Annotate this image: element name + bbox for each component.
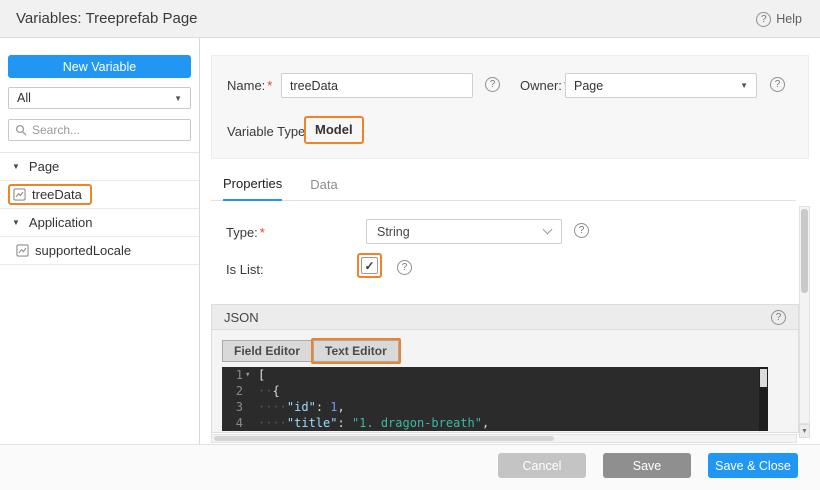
json-help-icon[interactable]: ? <box>771 310 786 325</box>
new-variable-button[interactable]: New Variable <box>8 55 191 78</box>
type-label: Type:* <box>226 225 265 240</box>
type-select[interactable]: String <box>366 219 562 244</box>
cancel-button[interactable]: Cancel <box>498 453 586 478</box>
search-box[interactable] <box>8 119 191 141</box>
save-close-button[interactable]: Save & Close <box>708 453 798 478</box>
help-label: Help <box>776 12 802 26</box>
owner-label: Owner:* <box>520 78 569 93</box>
collapse-arrow-icon: ▼ <box>12 162 20 171</box>
tree-item-content: supportedLocale <box>8 242 139 259</box>
editor-scrollbar-thumb[interactable] <box>760 369 767 387</box>
tree-item-supportedlocale[interactable]: supportedLocale <box>0 237 199 265</box>
json-code-editor[interactable]: 1▾[2··{3····"id": 1,4····"title": "1. dr… <box>222 367 768 431</box>
detail-tabs: Properties Data <box>211 171 796 201</box>
tree-item-label: supportedLocale <box>35 243 131 258</box>
code-line: 3····"id": 1, <box>222 399 768 415</box>
owner-select[interactable]: Page ▼ <box>565 73 757 98</box>
code-lines: 1▾[2··{3····"id": 1,4····"title": "1. dr… <box>222 367 768 431</box>
type-help-icon[interactable]: ? <box>574 223 589 238</box>
variables-tree: ▼ Page treeData ▼ Application <box>0 152 199 265</box>
type-value: String <box>377 225 410 239</box>
save-button[interactable]: Save <box>603 453 691 478</box>
tree-item-treedata[interactable]: treeData <box>0 181 199 209</box>
json-panel-title: JSON <box>224 310 259 325</box>
json-panel-header: JSON ? <box>212 305 798 330</box>
variable-icon <box>16 244 29 257</box>
action-bar: Cancel Save Save & Close <box>0 444 820 490</box>
text-editor-button[interactable]: Text Editor <box>313 340 399 362</box>
collapse-arrow-icon: ▼ <box>12 218 20 227</box>
variable-type-value: Model <box>315 122 353 137</box>
variable-icon <box>13 188 26 201</box>
tree-item-label: treeData <box>32 187 82 202</box>
vertical-scrollbar[interactable] <box>799 206 810 424</box>
search-icon <box>15 124 27 136</box>
code-line: 2··{ <box>222 383 768 399</box>
variable-summary-panel: Name:* ? Owner:* Page ▼ ? Variable Type:… <box>211 55 809 159</box>
vertical-scrollbar-thumb[interactable] <box>801 209 808 293</box>
caret-down-icon: ▼ <box>174 94 182 103</box>
scroll-down-button[interactable]: ▼ <box>799 424 810 438</box>
filter-value: All <box>17 91 31 105</box>
owner-help-icon[interactable]: ? <box>770 77 785 92</box>
annotation-box-model: Model <box>304 116 364 144</box>
variable-detail-pane: Name:* ? Owner:* Page ▼ ? Variable Type:… <box>201 38 820 444</box>
annotation-box-islist: ✓ <box>357 253 382 278</box>
code-line: 1▾[ <box>222 367 768 383</box>
code-line: 4····"title": "1. dragon-breath", <box>222 415 768 431</box>
required-marker: * <box>267 78 272 93</box>
variables-sidebar: New Variable All ▼ ▼ Page <box>0 38 200 444</box>
editor-mode-toggle: Field Editor Text Editor <box>222 338 401 364</box>
tree-group-label: Application <box>29 215 93 230</box>
owner-value: Page <box>574 79 603 93</box>
annotation-box-text-editor: Text Editor <box>311 338 401 364</box>
fold-arrow-icon: ▾ <box>245 367 253 383</box>
caret-down-icon: ▼ <box>740 81 748 90</box>
tab-properties[interactable]: Properties <box>223 176 282 201</box>
horizontal-scrollbar[interactable] <box>211 434 797 443</box>
editor-scrollbar[interactable] <box>759 367 768 431</box>
is-list-checkbox[interactable]: ✓ <box>361 257 378 274</box>
tree-group-label: Page <box>29 159 59 174</box>
name-label: Name:* <box>227 78 272 93</box>
help-icon: ? <box>756 12 771 27</box>
name-help-icon[interactable]: ? <box>485 77 500 92</box>
horizontal-scrollbar-thumb[interactable] <box>214 436 554 441</box>
is-list-label: Is List: <box>226 262 264 277</box>
dialog-header: Variables: Treeprefab Page ? Help <box>0 0 820 38</box>
variable-type-label: Variable Type: <box>227 124 309 139</box>
variables-dialog: Variables: Treeprefab Page ? Help New Va… <box>0 0 820 490</box>
page-title: Variables: Treeprefab Page <box>16 0 198 38</box>
name-input[interactable] <box>281 73 473 98</box>
help-link[interactable]: ? Help <box>756 0 802 38</box>
tree-group-page[interactable]: ▼ Page <box>0 153 199 181</box>
annotation-box-treedata: treeData <box>8 184 92 205</box>
json-panel: JSON ? Field Editor Text Editor 1▾[2··{3… <box>211 304 799 433</box>
chevron-down-icon <box>543 225 553 235</box>
required-marker: * <box>260 225 265 240</box>
tab-data[interactable]: Data <box>310 177 337 200</box>
search-input[interactable] <box>32 123 184 137</box>
tree-group-application[interactable]: ▼ Application <box>0 209 199 237</box>
is-list-help-icon[interactable]: ? <box>397 260 412 275</box>
variable-filter-select[interactable]: All ▼ <box>8 87 191 109</box>
field-editor-button[interactable]: Field Editor <box>222 340 311 362</box>
